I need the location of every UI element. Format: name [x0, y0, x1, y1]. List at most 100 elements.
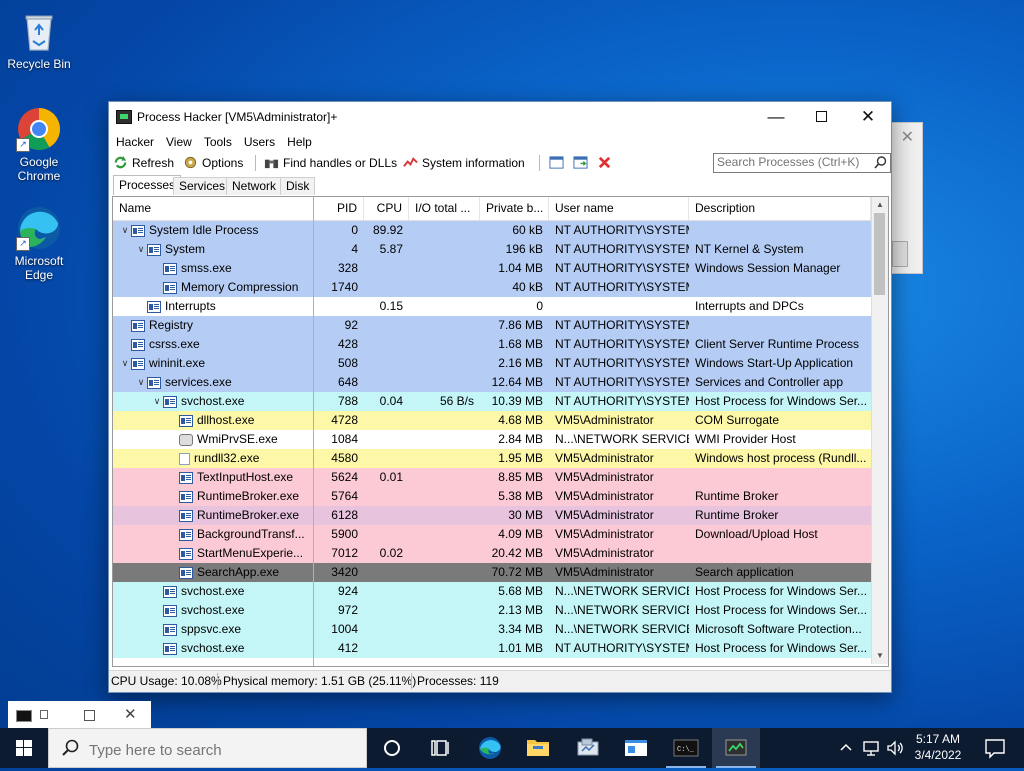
cell-description: Host Process for Windows Ser...: [695, 584, 868, 598]
refresh-button[interactable]: Refresh: [113, 153, 174, 173]
menu-view[interactable]: View: [160, 132, 198, 152]
menu-hacker[interactable]: Hacker: [110, 132, 160, 152]
expand-chevron-icon[interactable]: ∨: [119, 354, 131, 373]
system-information-button[interactable]: System information: [403, 153, 525, 173]
process-row[interactable]: ∨ services.exe 648 12.64 MB NT AUTHORITY\SYS…: [113, 373, 871, 392]
taskbar-command-prompt[interactable]: C:\_: [662, 728, 710, 768]
tab-network[interactable]: Network: [226, 177, 283, 195]
taskbar-clock[interactable]: 5:17 AM 3/4/2022: [903, 731, 973, 763]
search-icon[interactable]: [874, 156, 887, 169]
process-row[interactable]: sppsvc.exe 1004 3.34 MB N...\NETWORK SERVIC…: [113, 620, 871, 639]
column-description[interactable]: Description: [689, 197, 871, 220]
network-icon[interactable]: [862, 739, 882, 757]
taskbar-process-hacker[interactable]: [712, 728, 760, 768]
tab-services[interactable]: Services: [173, 177, 232, 195]
process-row[interactable]: csrss.exe 428 1.68 MB NT AUTHORITY\SYSTEM Cl…: [113, 335, 871, 354]
process-row[interactable]: SearchApp.exe 3420 70.72 MB VM5\Administrat…: [113, 563, 871, 582]
taskbar-edge[interactable]: [466, 728, 514, 768]
task-view-button[interactable]: [416, 728, 464, 768]
cell-user-name: N...\NETWORK SERVICE: [555, 584, 689, 598]
cell-private-bytes: 4.68 MB: [498, 413, 543, 427]
column-io-total[interactable]: I/O total ...: [409, 197, 480, 220]
taskbar-server-manager[interactable]: [564, 728, 612, 768]
start-button[interactable]: [0, 728, 48, 768]
scroll-down-arrow-icon[interactable]: ▼: [872, 648, 888, 664]
desktop-icon-google-chrome[interactable]: ↗ Google Chrome: [0, 106, 78, 183]
process-row[interactable]: dllhost.exe 4728 4.68 MB VM5\Administrator C…: [113, 411, 871, 430]
process-icon: [179, 509, 193, 522]
cell-pid: 0: [351, 223, 358, 237]
process-row[interactable]: RuntimeBroker.exe 5764 5.38 MB VM5\Administ…: [113, 487, 871, 506]
taskbar-search-input[interactable]: [87, 739, 361, 761]
process-row[interactable]: svchost.exe 924 5.68 MB N...\NETWORK SERVIC…: [113, 582, 871, 601]
window-arrow-icon: [573, 156, 588, 169]
process-row[interactable]: Interrupts 0.15 0 Interrupts and DPCs: [113, 297, 871, 316]
process-row[interactable]: ∨ svchost.exe 788 0.04 56 B/s 10.39 MB NT AUTH…: [113, 392, 871, 411]
process-row[interactable]: RuntimeBroker.exe 6128 30 MB VM5\Administra…: [113, 506, 871, 525]
search-processes-input[interactable]: [714, 154, 870, 170]
process-row[interactable]: svchost.exe 972 2.13 MB N...\NETWORK SERVIC…: [113, 601, 871, 620]
column-pid[interactable]: PID: [314, 197, 364, 220]
taskbar-search-box[interactable]: [48, 728, 367, 768]
column-name[interactable]: Name: [113, 197, 314, 220]
restore-icon[interactable]: [40, 710, 48, 719]
notifications-button[interactable]: [975, 728, 1015, 768]
column-private-bytes[interactable]: Private b...: [480, 197, 549, 220]
chevron-up-icon[interactable]: [838, 740, 854, 756]
scroll-up-arrow-icon[interactable]: ▲: [872, 197, 888, 213]
terminate-button[interactable]: [597, 153, 616, 173]
minimized-console-window[interactable]: ✕: [8, 701, 151, 728]
menu-help[interactable]: Help: [281, 132, 318, 152]
minimize-button[interactable]: —: [753, 102, 799, 132]
menu-tools[interactable]: Tools: [198, 132, 238, 152]
tab-processes[interactable]: Processes: [113, 175, 182, 195]
process-row[interactable]: Memory Compression 1740 40 kB NT AUTHORITY\…: [113, 278, 871, 297]
taskbar-window-app[interactable]: [612, 728, 660, 768]
process-row[interactable]: WmiPrvSE.exe 1084 2.84 MB N...\NETWORK SERV…: [113, 430, 871, 449]
expand-chevron-icon[interactable]: ∨: [119, 221, 131, 240]
maximize-button[interactable]: [799, 102, 845, 132]
close-button[interactable]: ✕: [845, 102, 891, 132]
desktop-icon-microsoft-edge[interactable]: ↗ Microsoft Edge: [0, 205, 78, 282]
find-handles-button[interactable]: Find handles or DLLs: [264, 153, 397, 173]
dialog-button[interactable]: [892, 241, 908, 267]
desktop-icon-recycle-bin[interactable]: Recycle Bin: [0, 8, 78, 71]
cell-cpu: [364, 335, 409, 354]
window-find-button[interactable]: [573, 153, 592, 173]
expand-chevron-icon[interactable]: ∨: [135, 240, 147, 259]
process-row[interactable]: ∨ System 4 5.87 196 kB NT AUTHORITY\SYSTEM NT …: [113, 240, 871, 259]
process-row[interactable]: rundll32.exe 4580 1.95 MB VM5\Administrator…: [113, 449, 871, 468]
expand-chevron-icon[interactable]: ∨: [135, 373, 147, 392]
close-icon[interactable]: ✕: [901, 127, 914, 147]
process-icon: [163, 623, 177, 636]
cortana-button[interactable]: [368, 728, 416, 768]
column-user-name[interactable]: User name: [549, 197, 689, 220]
search-processes-box[interactable]: [713, 153, 891, 173]
options-button[interactable]: Options: [183, 153, 243, 173]
tab-disk[interactable]: Disk: [280, 177, 316, 195]
title-bar[interactable]: Process Hacker [VM5\Administrator]+ — ✕: [109, 102, 891, 132]
process-row[interactable]: svchost.exe 412 1.01 MB NT AUTHORITY\SYSTEM…: [113, 639, 871, 658]
process-row[interactable]: Registry 92 7.86 MB NT AUTHORITY\SYSTEM: [113, 316, 871, 335]
process-row[interactable]: smss.exe 328 1.04 MB NT AUTHORITY\SYSTEM Win…: [113, 259, 871, 278]
cell-name: ∨ wininit.exe: [113, 354, 314, 373]
process-row[interactable]: ∨ wininit.exe 508 2.16 MB NT AUTHORITY\SYSTE…: [113, 354, 871, 373]
process-row[interactable]: ∨ System Idle Process 0 89.92 60 kB NT AUTHOR…: [113, 221, 871, 240]
vertical-scrollbar[interactable]: ▲ ▼: [871, 197, 888, 664]
cell-cpu: [364, 411, 409, 430]
taskbar-file-explorer[interactable]: [514, 728, 562, 768]
maximize-icon[interactable]: [84, 710, 95, 721]
column-cpu[interactable]: CPU: [364, 197, 409, 220]
menu-users[interactable]: Users: [238, 132, 281, 152]
clock-time: 5:17 AM: [915, 732, 961, 746]
cell-name: smss.exe: [113, 259, 314, 278]
cell-pid: 1004: [331, 622, 358, 636]
process-row[interactable]: BackgroundTransf... 5900 4.09 MB VM5\Admini…: [113, 525, 871, 544]
close-icon[interactable]: ✕: [124, 705, 137, 723]
status-processes: Processes: 119: [417, 674, 499, 688]
process-row[interactable]: TextInputHost.exe 5624 0.01 8.85 MB VM5\Admi…: [113, 468, 871, 487]
expand-chevron-icon[interactable]: ∨: [151, 392, 163, 411]
window-view-button[interactable]: [549, 153, 568, 173]
process-row[interactable]: StartMenuExperie... 7012 0.02 20.42 MB VM5\A…: [113, 544, 871, 563]
scroll-thumb[interactable]: [874, 213, 885, 295]
